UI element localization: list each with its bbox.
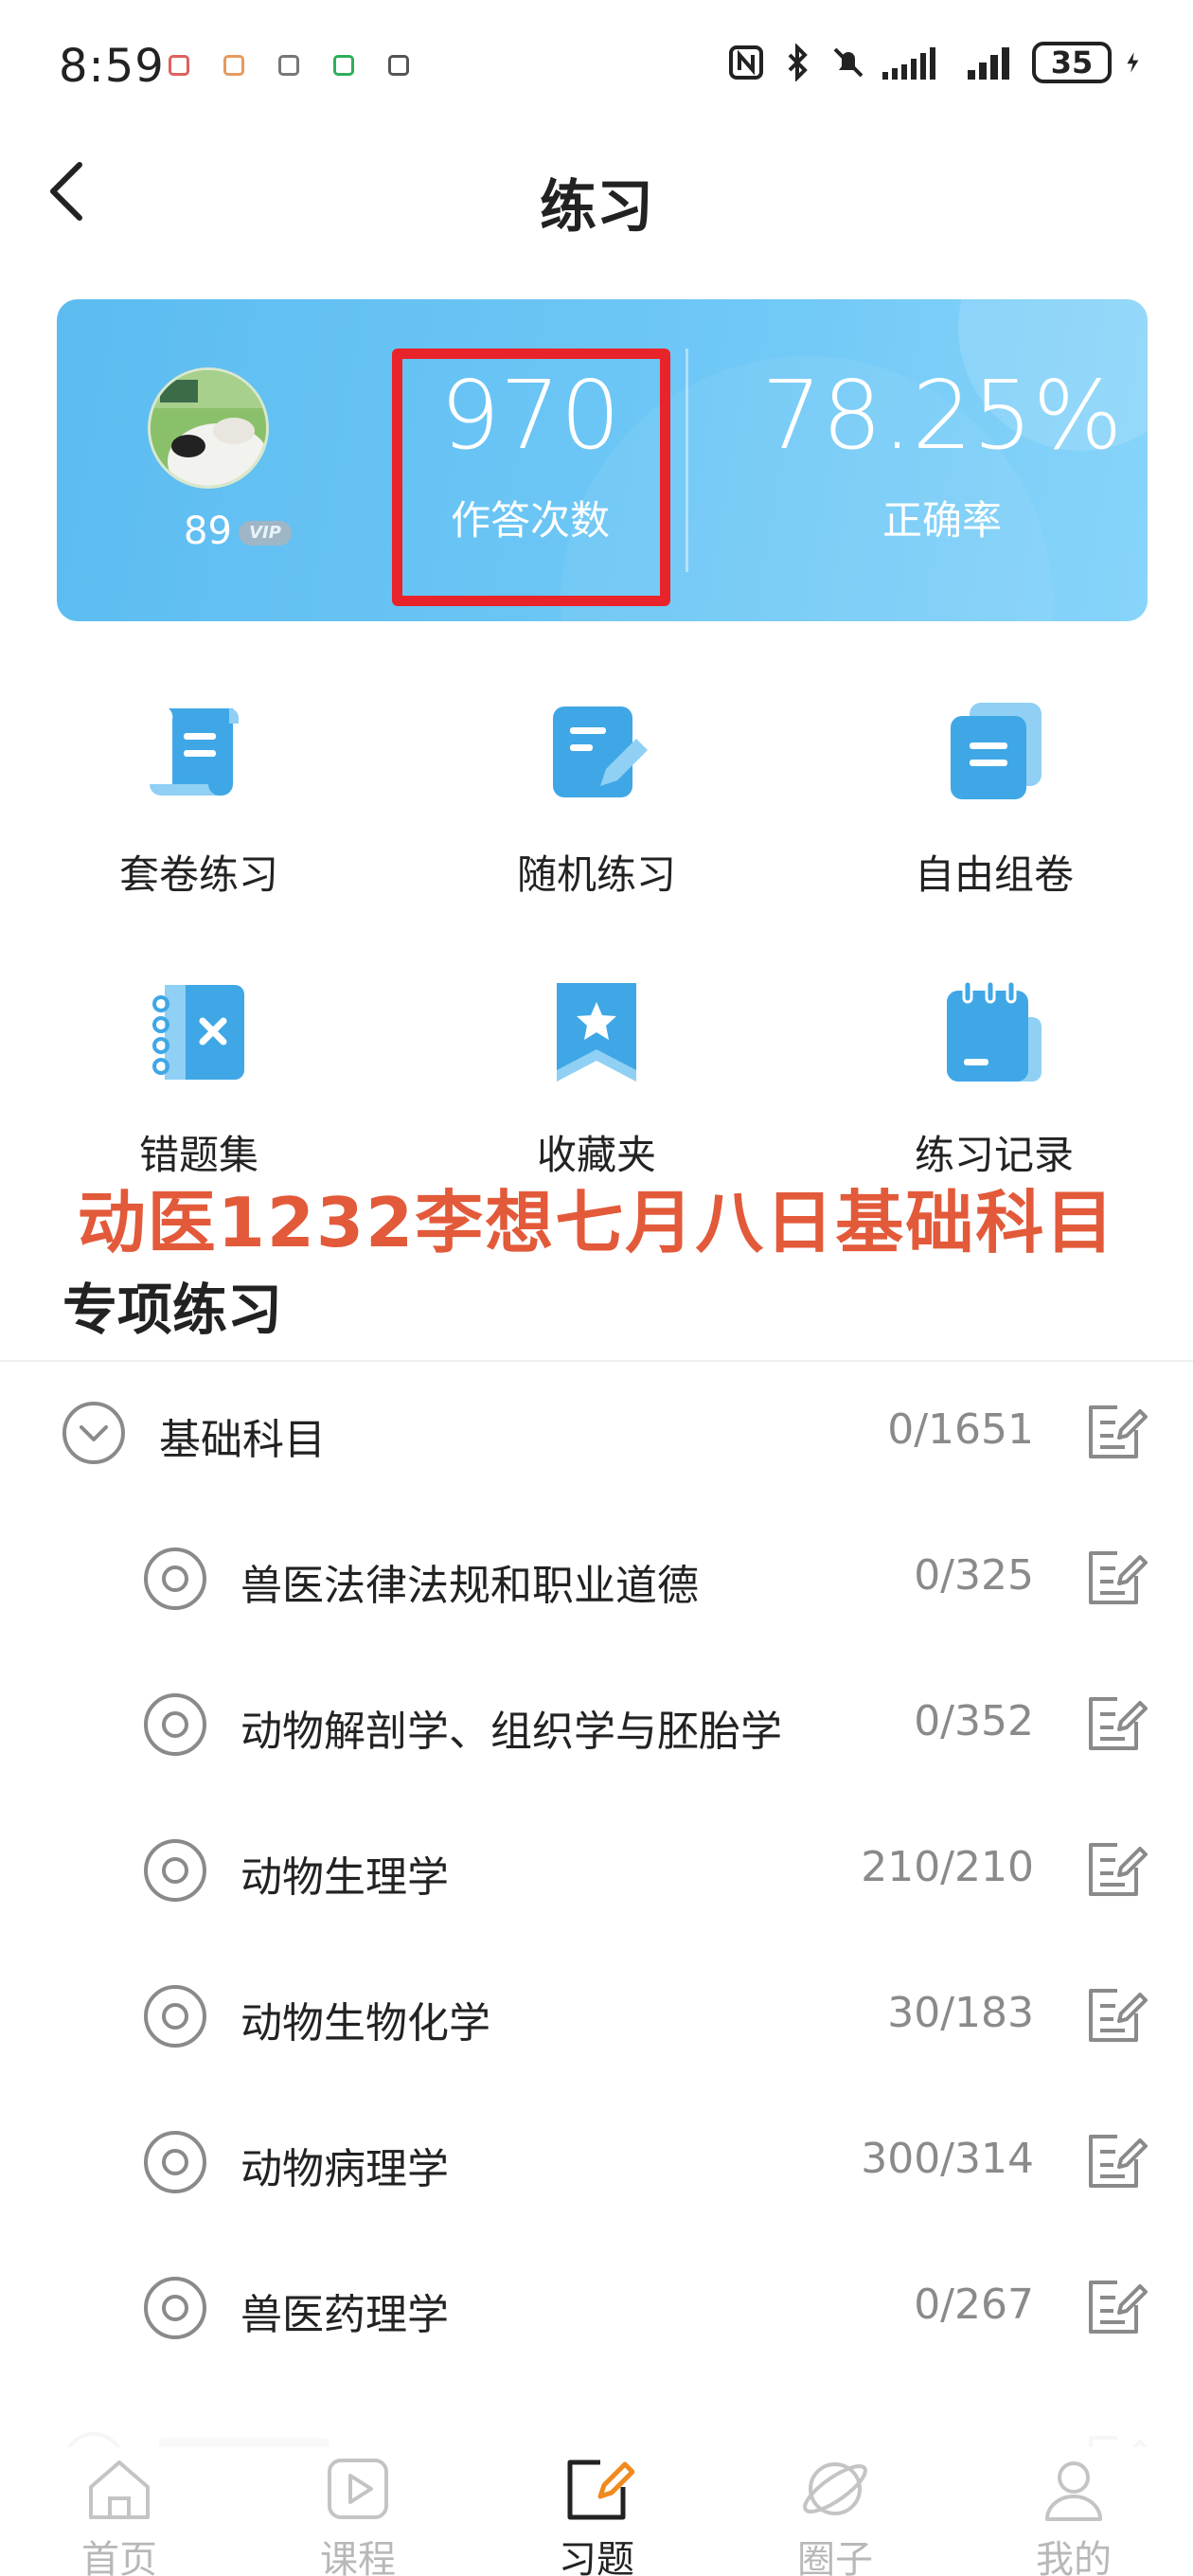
list-item-label: 动物生理学 [240,1853,449,1902]
accuracy-value: 78.25% [761,360,1123,471]
tab-label: 圈子 [797,2538,873,2576]
battery-indicator: 35 [1032,42,1112,83]
course-play-icon [328,2459,388,2519]
list-item-label: 兽医法律法规和职业道德 [240,1562,699,1610]
vip-badge: VIP [239,521,292,546]
stacked-doc-icon [951,703,1042,799]
tab-exercise[interactable]: 习题 [477,2438,716,2576]
stat-divider [686,349,688,572]
nfc-icon [729,45,763,80]
accuracy-stat: 78.25% 正确率 [739,299,1146,621]
list-item-subject[interactable]: 动物生理学 210/210 [0,1798,1193,1943]
bottom-nav: 首页 课程 习题 圈子 我的 [0,2428,1193,2576]
status-bar: 8:59 35 [0,0,1193,133]
accuracy-label: 正确率 [881,497,1002,544]
home-icon [89,2460,150,2519]
radio-circle-icon [144,1985,206,2048]
list-item-label: 兽医药理学 [240,2291,449,2339]
list-item-label: 动物病理学 [240,2145,449,2193]
list-item-subject[interactable]: 动物解剖学、组织学与胚胎学 0/352 [0,1652,1193,1798]
radio-circle-icon [144,1839,206,1902]
edit-icon[interactable] [1079,1835,1148,1904]
status-time: 8:59 [59,40,165,93]
list-item-count: 0/325 [914,1551,1034,1600]
app-notification-icon [169,55,189,76]
list-item-count: 30/183 [887,1989,1034,2037]
edit-icon[interactable] [1079,1690,1148,1758]
radio-circle-icon [144,2131,206,2193]
record-notepad-icon [947,979,1042,1082]
list-item-count: 210/210 [861,1843,1034,1891]
edit-icon[interactable] [1079,1981,1148,2049]
grid-label: 自由组卷 [914,851,1074,898]
grid-item-custom-paper[interactable]: 自由组卷 [795,682,1193,957]
avatar[interactable] [148,367,269,489]
section-title: 专项练习 [62,1278,283,1342]
red-highlight-box [392,349,670,606]
exercise-edit-icon [567,2460,634,2520]
tab-home[interactable]: 首页 [0,2438,239,2576]
list-item-label: 基础科目 [159,1416,326,1464]
scroll-doc-icon [150,708,239,796]
list-item-count: 300/314 [861,2135,1034,2183]
app-notification-icon [333,55,354,76]
app-notification-icon [388,55,409,76]
planet-icon [803,2462,867,2515]
edit-icon[interactable] [1079,1544,1148,1612]
list-item-subject[interactable]: 兽医药理学 0/267 [0,2235,1193,2381]
list-item-label: 动物解剖学、组织学与胚胎学 [240,1708,782,1756]
list-item-category[interactable]: 基础科目 0/1651 [0,1360,1193,1506]
list-item-subject[interactable]: 兽医法律法规和职业道德 0/325 [0,1506,1193,1652]
bluetooth-icon [788,44,808,81]
tab-mine[interactable]: 我的 [954,2438,1193,2576]
edit-icon[interactable] [1079,2273,1148,2341]
list-item-label: 动物生物化学 [240,1999,490,2048]
tab-label: 我的 [1036,2538,1112,2576]
user-level: 89 [184,510,232,553]
charging-icon [1127,52,1139,73]
list-item-subject[interactable]: 动物生物化学 30/183 [0,1943,1193,2089]
edit-icon[interactable] [1079,2127,1148,2195]
radio-circle-icon [144,1547,206,1610]
app-notification-icon [278,55,299,76]
chevron-down-circle-icon[interactable] [61,1400,127,1466]
grid-item-paper-practice[interactable]: 套卷练习 [0,682,398,957]
system-status: 35 [727,42,1148,83]
notebook-x-icon [152,985,244,1080]
profile-icon [1045,2461,1102,2521]
signal-icon [968,47,1009,80]
radio-circle-icon [144,2277,206,2339]
notification-icons [169,55,409,76]
mute-bell-icon [833,47,864,78]
list-item-subject[interactable]: 动物病理学 300/314 [0,2089,1193,2235]
tab-course[interactable]: 课程 [239,2438,477,2576]
edit-icon[interactable] [1079,1398,1148,1466]
tab-circle[interactable]: 圈子 [716,2438,954,2576]
tab-label: 习题 [559,2538,634,2576]
signal-icon [882,47,935,80]
watermark-text: 动医1232李想七月八日基础科目 [77,1183,1116,1262]
list-item-count: 0/352 [914,1697,1034,1745]
tab-label: 首页 [81,2538,157,2576]
list-item-count: 0/267 [914,2281,1034,2329]
grid-label: 套卷练习 [118,851,278,898]
avatar-image [151,370,266,486]
grid-item-random-practice[interactable]: 随机练习 [398,682,795,957]
app-notification-icon [223,55,244,76]
list-item-count: 0/1651 [887,1405,1034,1454]
grid-label: 随机练习 [516,851,676,898]
top-nav: 练习 [0,133,1193,265]
bookmark-star-icon [557,983,636,1082]
doc-pencil-icon [553,707,648,797]
tab-label: 课程 [320,2538,396,2576]
page-title: 练习 [540,174,653,241]
radio-circle-icon [144,1693,206,1756]
